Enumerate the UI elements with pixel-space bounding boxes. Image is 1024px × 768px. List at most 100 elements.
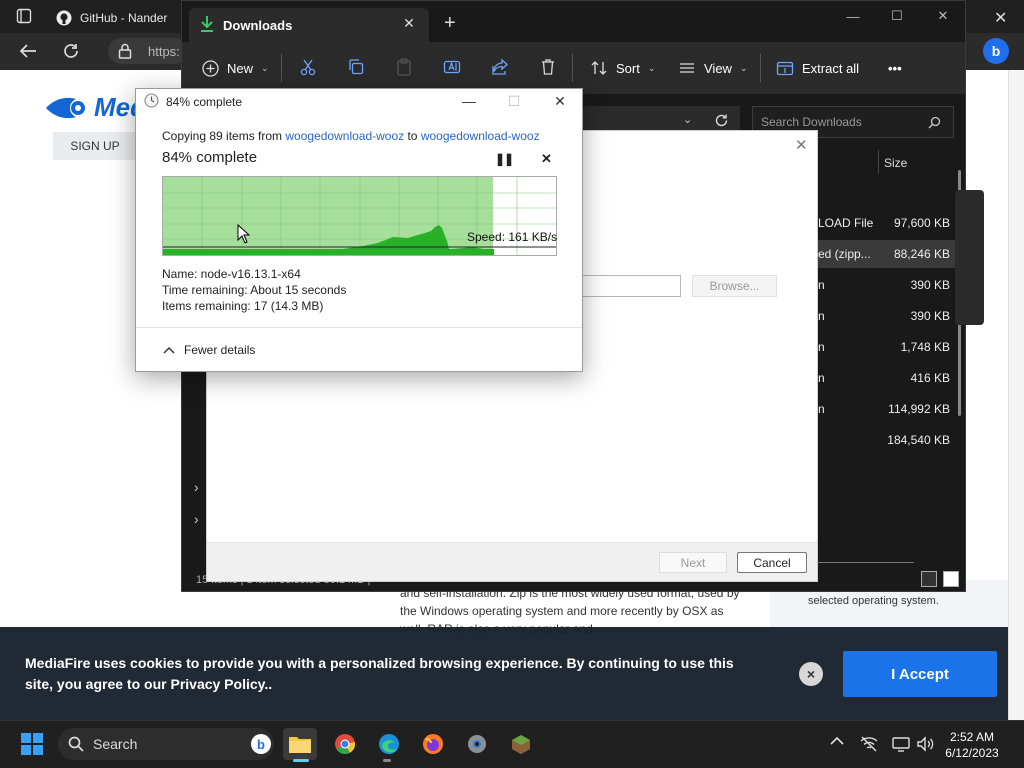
chrome-taskbar-icon[interactable] [328,728,362,760]
file-size-cell: 97,600 KB [893,216,950,230]
taskbar-search-box[interactable]: Search [58,728,274,760]
tab-actions-icon[interactable] [16,8,32,24]
wizard-close-icon[interactable]: ✕ [795,136,808,154]
refresh-icon[interactable] [62,42,80,60]
mediafire-logo[interactable]: Med [44,92,146,123]
url-text: https: [148,43,180,59]
extract-label: Extract all [802,60,860,76]
github-icon [56,10,72,26]
sign-up-button[interactable]: SIGN UP [53,132,137,160]
accept-cookies-button[interactable]: I Accept [843,651,997,697]
back-arrow-icon[interactable] [18,42,38,60]
plus-circle-icon [202,59,219,77]
new-tab-icon[interactable]: + [444,12,456,35]
share-icon[interactable] [491,58,509,76]
cut-icon[interactable] [299,58,317,76]
rename-icon[interactable] [443,58,461,76]
fewer-details-button[interactable]: Fewer details [163,343,255,357]
explorer-tab-close-icon[interactable]: ✕ [400,14,418,32]
explorer-close-icon[interactable]: ✕ [928,6,958,26]
clock-icon [144,93,159,108]
explorer-side-panel [955,190,984,325]
destination-path-input[interactable] [580,275,681,297]
minecraft-taskbar-icon[interactable] [504,728,538,760]
dialog-minimize-icon[interactable]: — [458,92,480,110]
bing-search-icon[interactable]: b [250,733,272,755]
dialog-close-icon[interactable]: ✕ [549,92,571,110]
paste-icon[interactable] [395,58,413,76]
taskbar-clock[interactable]: 2:52 AM 6/12/2023 [935,729,1009,761]
stop-icon[interactable]: ✕ [541,151,552,167]
toolbar-divider [760,54,761,82]
bing-copilot-icon[interactable]: b [982,37,1010,65]
copying-prefix: Copying 89 items from [162,129,286,143]
file-type-cell: ed (zipp... [818,247,871,261]
chevron-up-icon [163,346,175,354]
browse-button[interactable]: Browse... [692,275,777,297]
browser-close-icon[interactable]: ✕ [994,8,1007,28]
search-placeholder: Search Downloads [761,115,862,129]
explorer-tab-title: Downloads [223,17,293,33]
new-button[interactable]: New ⌄ [202,56,269,80]
explorer-maximize-icon[interactable]: ☐ [882,6,912,26]
file-type-cell: n [818,402,825,416]
toolbar-divider [281,54,282,82]
next-button[interactable]: Next [659,552,727,573]
show-hidden-icons-chevron-icon[interactable] [830,736,844,746]
speed-label: Speed: 161 KB/s [467,230,558,244]
to-word: to [404,129,421,143]
address-dropdown-icon[interactable]: ⌄ [683,113,692,126]
pause-icon[interactable]: ❚❚ [495,152,514,166]
settings-taskbar-icon[interactable] [460,728,494,760]
mediafire-flame-icon [46,97,85,118]
cookie-close-button[interactable]: × [799,662,823,686]
copying-summary: Copying 89 items from woogedownload-wooz… [162,129,540,143]
svg-text:b: b [257,737,265,752]
copy-icon[interactable] [347,58,365,76]
explorer-minimize-icon[interactable]: — [838,6,868,26]
source-folder-link[interactable]: woogedownload-wooz [285,129,404,143]
firefox-taskbar-icon[interactable] [416,728,450,760]
status-bar-edge [182,560,206,570]
details-view-icon[interactable] [921,571,937,587]
volume-icon[interactable] [916,736,934,752]
explorer-refresh-icon[interactable] [714,113,729,128]
file-size-cell: 390 KB [910,309,950,323]
lock-icon [118,43,132,59]
file-type-cell: n [818,309,825,323]
items-remaining-detail: Items remaining: 17 (14.3 MB) [162,299,324,313]
download-icon [199,15,215,33]
running-app-indicator [383,759,391,762]
browser-tab-title: GitHub - Nander [80,11,168,25]
size-column-header[interactable]: Size [884,156,907,170]
explorer-tab-downloads[interactable]: Downloads [189,8,429,42]
windows-start-icon[interactable] [21,733,43,755]
edge-taskbar-icon[interactable] [372,728,406,760]
more-options-button[interactable]: ••• [888,56,902,80]
column-divider[interactable] [878,150,879,174]
page-scrollbar[interactable] [1008,70,1024,720]
dialog-divider [136,327,582,328]
dialog-maximize-icon[interactable]: ☐ [503,92,525,110]
extract-all-button[interactable]: Extract all [776,56,859,80]
nav-expand-chevron-icon[interactable]: › [194,479,199,495]
search-icon [928,116,941,129]
display-icon[interactable] [892,736,910,752]
delete-icon[interactable] [539,58,557,76]
file-type-cell: n [818,278,825,292]
file-explorer-taskbar-icon[interactable] [283,728,317,760]
destination-folder-link[interactable]: woogedownload-wooz [421,129,540,143]
view-button[interactable]: View ⌄ [678,56,748,80]
new-label: New [227,60,254,76]
nav-expand-chevron-icon[interactable]: › [194,511,199,527]
file-size-cell: 88,246 KB [893,247,950,261]
browser-tab-github[interactable]: GitHub - Nander [48,5,198,31]
view-icon [680,63,694,73]
cancel-button[interactable]: Cancel [737,552,807,573]
network-offline-icon[interactable] [860,736,878,752]
tiles-view-icon[interactable] [943,571,959,587]
search-icon [68,736,84,752]
active-app-indicator [293,759,309,762]
sort-button[interactable]: Sort ⌄ [590,56,655,80]
side-note-text: selected operating system. [808,595,939,607]
